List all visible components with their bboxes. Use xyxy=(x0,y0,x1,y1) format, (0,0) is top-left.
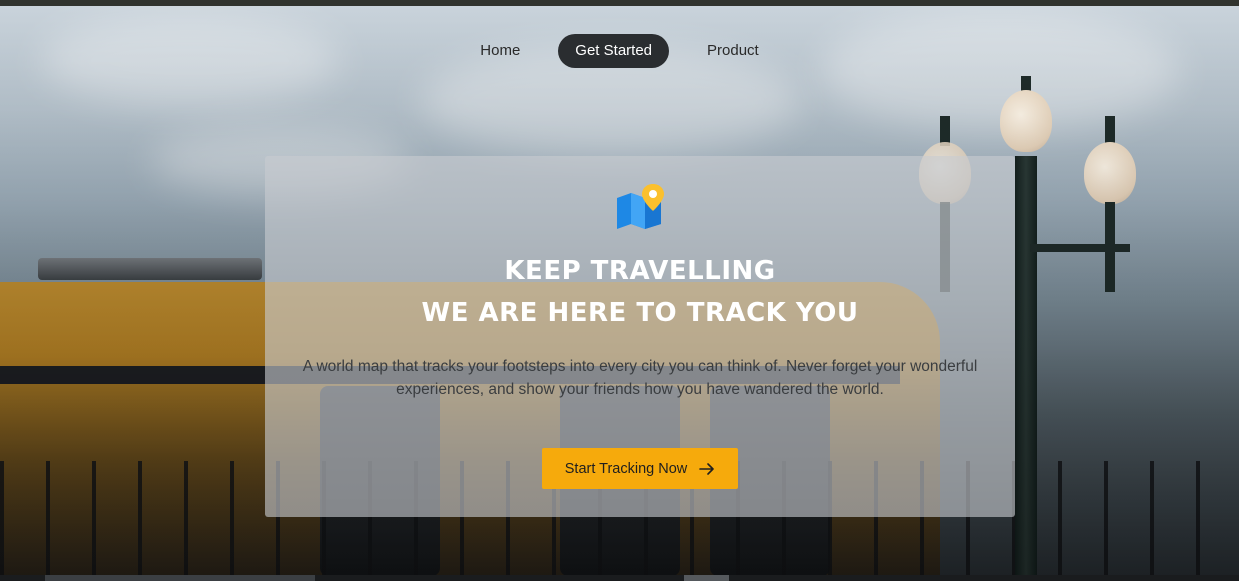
start-tracking-label: Start Tracking Now xyxy=(564,460,688,477)
nav-get-started-link[interactable]: Get Started xyxy=(558,34,670,68)
map-pin-icon xyxy=(615,184,665,232)
hero-headline-line1: KEEP TRAVELLING xyxy=(504,256,776,286)
nav-home-link[interactable]: Home xyxy=(463,34,537,68)
nav-product-link[interactable]: Product xyxy=(690,34,776,68)
hero-headline-line2: WE ARE HERE TO TRACK YOU xyxy=(421,298,859,328)
start-tracking-button[interactable]: Start Tracking Now xyxy=(542,448,738,489)
main-nav: Home Get Started Product xyxy=(0,34,1239,68)
taskbar-strip xyxy=(0,575,1239,581)
hero-description: A world map that tracks your footsteps i… xyxy=(302,358,978,398)
arrow-right-icon xyxy=(699,462,715,475)
